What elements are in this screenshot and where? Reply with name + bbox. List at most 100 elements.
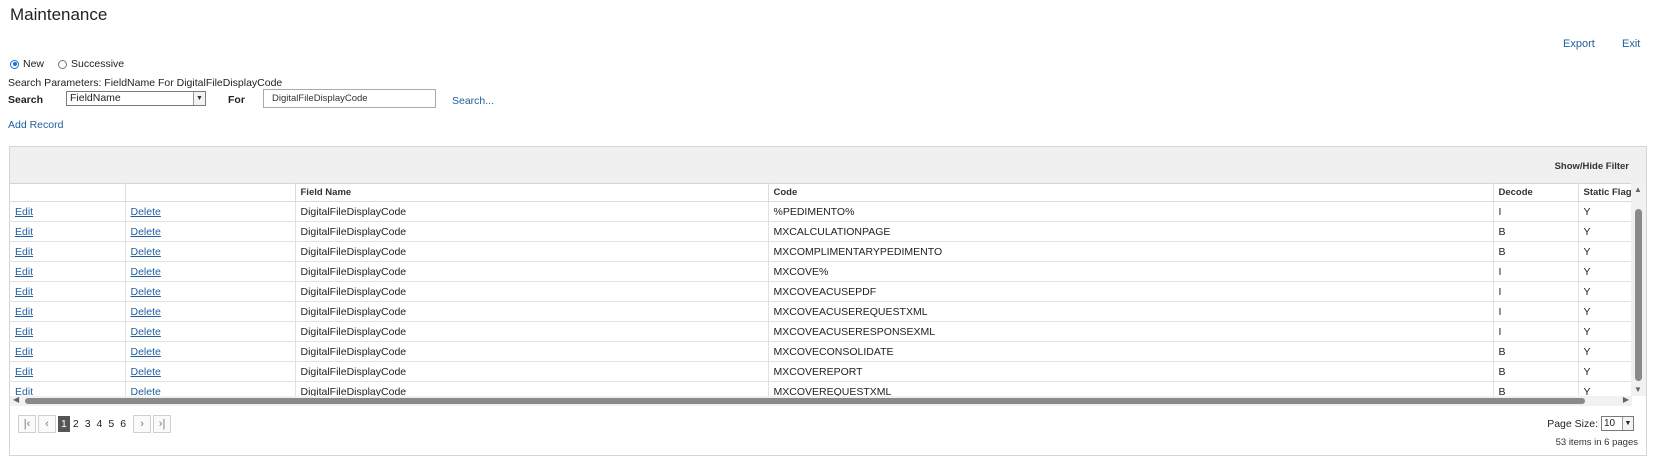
delete-link[interactable]: Delete — [131, 286, 161, 298]
edit-cell: Edit — [10, 281, 125, 302]
scroll-right-icon[interactable]: ▶ — [1623, 395, 1629, 404]
page-size-control: Page Size: 10 ▼ — [1547, 416, 1634, 431]
edit-link[interactable]: Edit — [15, 286, 33, 298]
code-cell: MXCOVECONSOLIDATE — [767, 341, 1493, 362]
column-header-static-flag[interactable]: Static Flag — [1577, 183, 1632, 202]
horizontal-scrollbar[interactable]: ◀ ▶ — [10, 395, 1632, 406]
edit-link[interactable]: Edit — [15, 226, 33, 238]
table-row: Edit Delete DigitalFileDisplayCode MXCOVECO… — [10, 341, 1632, 362]
field-name-cell: DigitalFileDisplayCode — [294, 261, 768, 282]
edit-link[interactable]: Edit — [15, 266, 33, 278]
delete-cell: Delete — [124, 301, 295, 322]
search-link[interactable]: Search... — [452, 95, 494, 107]
exit-link[interactable]: Exit — [1622, 38, 1640, 50]
show-hide-filter-button[interactable]: Show/Hide Filter — [1555, 161, 1629, 172]
table-body: Edit Delete DigitalFileDisplayCode %PEDIMEN… — [10, 201, 1632, 402]
page-number[interactable]: 4 — [94, 416, 106, 432]
edit-cell: Edit — [10, 241, 125, 262]
edit-link[interactable]: Edit — [15, 306, 33, 318]
delete-cell: Delete — [124, 261, 295, 282]
code-cell: MXCOMPLIMENTARYPEDIMENTO — [767, 241, 1493, 262]
edit-cell: Edit — [10, 321, 125, 342]
last-page-icon[interactable]: ›| — [153, 415, 172, 433]
delete-link[interactable]: Delete — [131, 226, 161, 238]
delete-link[interactable]: Delete — [131, 266, 161, 278]
page-number[interactable]: 2 — [70, 416, 82, 432]
edit-link[interactable]: Edit — [15, 366, 33, 378]
field-name-cell: DigitalFileDisplayCode — [294, 281, 768, 302]
decode-cell: I — [1492, 281, 1578, 302]
delete-cell: Delete — [124, 341, 295, 362]
scroll-left-icon[interactable]: ◀ — [13, 395, 19, 404]
decode-cell: I — [1492, 301, 1578, 322]
grid-toolbar: Show/Hide Filter — [10, 147, 1646, 184]
decode-cell: I — [1492, 201, 1578, 222]
delete-link[interactable]: Delete — [131, 246, 161, 258]
delete-cell: Delete — [124, 281, 295, 302]
decode-cell: B — [1492, 361, 1578, 382]
page-number[interactable]: 5 — [105, 416, 117, 432]
static-flag-cell: Y — [1577, 201, 1632, 222]
edit-link[interactable]: Edit — [15, 246, 33, 258]
delete-link[interactable]: Delete — [131, 206, 161, 218]
decode-cell: B — [1492, 241, 1578, 262]
field-name-cell: DigitalFileDisplayCode — [294, 321, 768, 342]
edit-link[interactable]: Edit — [15, 206, 33, 218]
search-field-select[interactable]: FieldName ▼ — [66, 91, 206, 106]
delete-link[interactable]: Delete — [131, 306, 161, 318]
static-flag-cell: Y — [1577, 341, 1632, 362]
delete-cell: Delete — [124, 201, 295, 222]
radio-new[interactable] — [10, 59, 19, 69]
horizontal-scroll-thumb[interactable] — [25, 398, 1585, 404]
edit-link[interactable]: Edit — [15, 326, 33, 338]
page-number[interactable]: 1 — [58, 416, 70, 432]
column-header-edit — [10, 183, 125, 202]
table-row: Edit Delete DigitalFileDisplayCode MXCOVEAC… — [10, 281, 1632, 302]
page-number[interactable]: 6 — [117, 416, 129, 432]
chevron-down-icon[interactable]: ▼ — [193, 92, 205, 105]
scroll-down-icon[interactable]: ▼ — [1634, 385, 1642, 394]
column-header-delete — [124, 183, 295, 202]
table-row: Edit Delete DigitalFileDisplayCode MXCALCUL… — [10, 221, 1632, 242]
static-flag-cell: Y — [1577, 361, 1632, 382]
field-name-cell: DigitalFileDisplayCode — [294, 221, 768, 242]
chevron-down-icon[interactable]: ▼ — [1622, 417, 1633, 430]
search-field-value: FieldName — [70, 92, 121, 104]
edit-cell: Edit — [10, 221, 125, 242]
data-grid: Show/Hide Filter Field Name Code Decode … — [9, 146, 1647, 456]
column-header-code[interactable]: Code — [767, 183, 1493, 202]
search-parameters-text: Search Parameters: FieldName For Digital… — [8, 77, 283, 89]
page-number[interactable]: 3 — [82, 416, 94, 432]
table-row: Edit Delete DigitalFileDisplayCode MXCOVEAC… — [10, 321, 1632, 342]
column-header-decode[interactable]: Decode — [1492, 183, 1578, 202]
page-title: Maintenance — [10, 5, 108, 24]
edit-link[interactable]: Edit — [15, 346, 33, 358]
search-value-input[interactable]: DigitalFileDisplayCode — [263, 89, 436, 108]
static-flag-cell: Y — [1577, 261, 1632, 282]
code-cell: MXCOVEREPORT — [767, 361, 1493, 382]
vertical-scroll-thumb[interactable] — [1635, 209, 1642, 381]
decode-cell: B — [1492, 221, 1578, 242]
first-page-icon[interactable]: |‹ — [18, 415, 36, 433]
page-size-select[interactable]: 10 ▼ — [1601, 416, 1634, 431]
column-header-field-name[interactable]: Field Name — [294, 183, 768, 202]
delete-cell: Delete — [124, 241, 295, 262]
delete-link[interactable]: Delete — [131, 366, 161, 378]
prev-page-icon[interactable]: ‹ — [38, 415, 56, 433]
edit-cell: Edit — [10, 341, 125, 362]
add-record-link[interactable]: Add Record — [8, 119, 63, 131]
for-label: For — [228, 94, 245, 106]
table-row: Edit Delete DigitalFileDisplayCode MXCOMPLI… — [10, 241, 1632, 262]
edit-cell: Edit — [10, 261, 125, 282]
decode-cell: B — [1492, 341, 1578, 362]
delete-link[interactable]: Delete — [131, 346, 161, 358]
code-cell: %PEDIMENTO% — [767, 201, 1493, 222]
export-link[interactable]: Export — [1563, 38, 1595, 50]
scroll-up-icon[interactable]: ▲ — [1634, 185, 1642, 194]
delete-link[interactable]: Delete — [131, 326, 161, 338]
next-page-icon[interactable]: › — [133, 415, 152, 433]
radio-successive[interactable] — [58, 59, 68, 69]
code-cell: MXCOVEACUSEPDF — [767, 281, 1493, 302]
field-name-cell: DigitalFileDisplayCode — [294, 341, 768, 362]
vertical-scrollbar[interactable]: ▲ ▼ — [1631, 183, 1646, 396]
